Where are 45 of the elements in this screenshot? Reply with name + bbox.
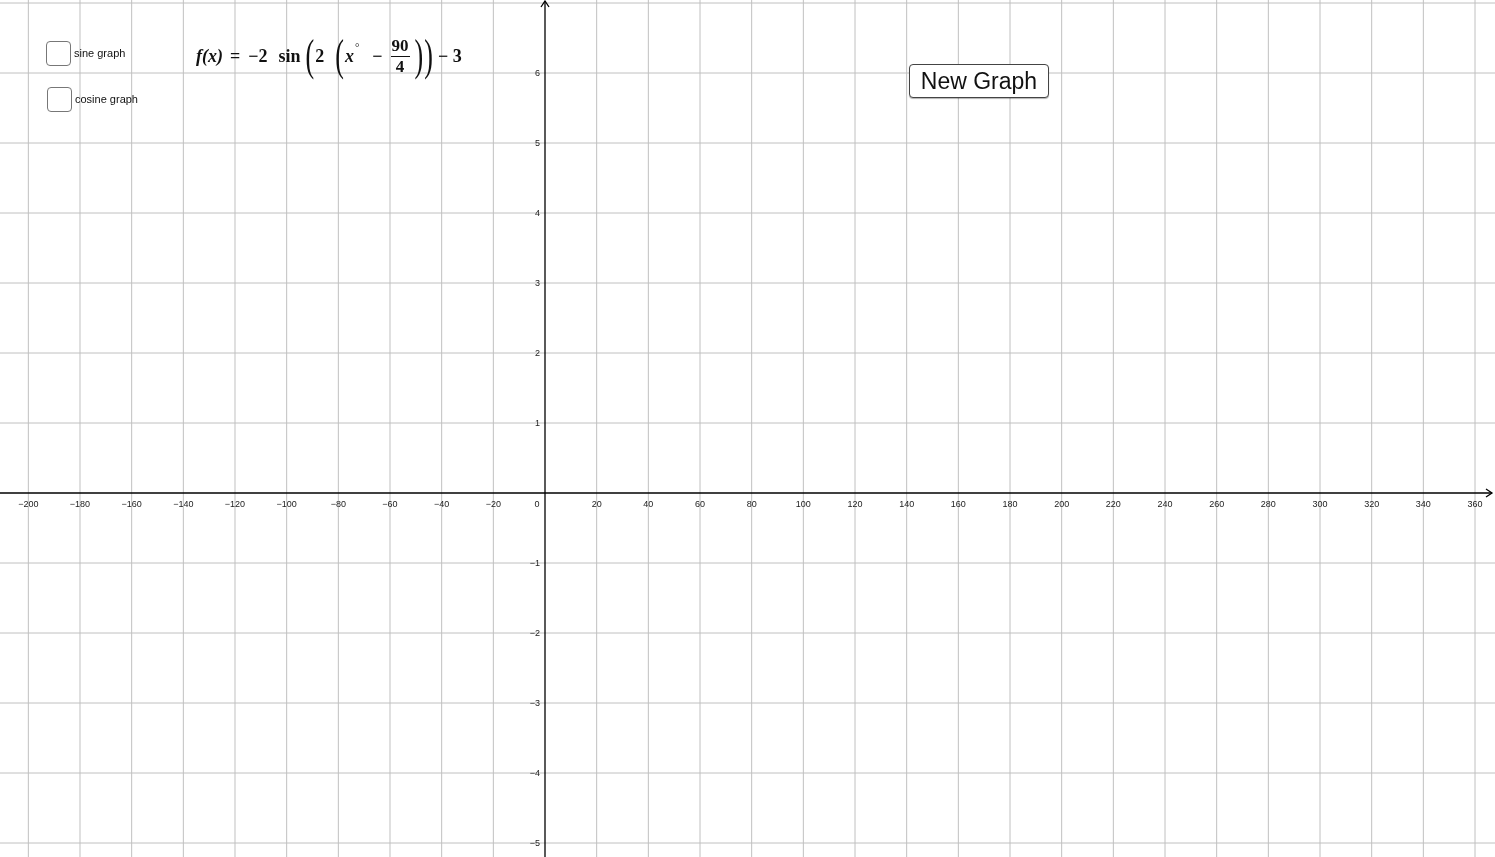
axis-label: −140 (173, 499, 194, 509)
axis-label: 200 (1054, 499, 1070, 509)
axis-label: 260 (1209, 499, 1225, 509)
axis-label: −4 (529, 768, 540, 778)
checkbox-label[interactable]: sine graph (74, 47, 126, 59)
axis-label: −200 (18, 499, 39, 509)
axis-label: 80 (746, 499, 757, 509)
axis-label: 40 (643, 499, 654, 509)
axis-label: −20 (485, 499, 501, 509)
axis-label: 340 (1415, 499, 1431, 509)
axis-label: 240 (1157, 499, 1173, 509)
new-graph-button[interactable]: New Graph (909, 64, 1049, 98)
axis-label: 160 (950, 499, 966, 509)
axis-label: −120 (224, 499, 246, 509)
axis-label: 5 (535, 138, 540, 148)
axis-label: 60 (695, 499, 705, 509)
axis-label: −1 (529, 558, 540, 568)
axis-label: −40 (434, 499, 450, 509)
axis-label: −60 (382, 499, 398, 509)
axis-label: 360 (1467, 499, 1483, 509)
axis-label: 220 (1105, 499, 1121, 509)
axis-label: 100 (795, 499, 811, 509)
axis-label: −2 (529, 628, 540, 638)
axis-label: −80 (330, 499, 346, 509)
axis-label: 4 (535, 208, 540, 218)
axis-label: 2 (535, 348, 540, 358)
checkbox[interactable] (46, 40, 71, 66)
axis-label: 20 (591, 499, 602, 509)
axis-label: −100 (276, 499, 297, 509)
axis-label: −3 (529, 698, 540, 708)
axis-label: 140 (899, 499, 915, 509)
axis-label: 120 (847, 499, 863, 509)
axis-label: 180 (1002, 499, 1018, 509)
axis-label: 280 (1260, 499, 1276, 509)
axis-label: 300 (1312, 499, 1328, 509)
axis-label: 6 (535, 68, 540, 78)
axis-label: 1 (535, 418, 540, 428)
axis-label: 3 (535, 278, 540, 288)
axis-label: −160 (121, 499, 142, 509)
axis-label: 0 (534, 499, 540, 509)
axis-label: −180 (69, 499, 91, 509)
axis-label: 320 (1364, 499, 1380, 509)
axis-label: −5 (529, 838, 540, 848)
checkbox-label[interactable]: cosine graph (75, 93, 138, 105)
checkbox[interactable] (47, 86, 72, 112)
